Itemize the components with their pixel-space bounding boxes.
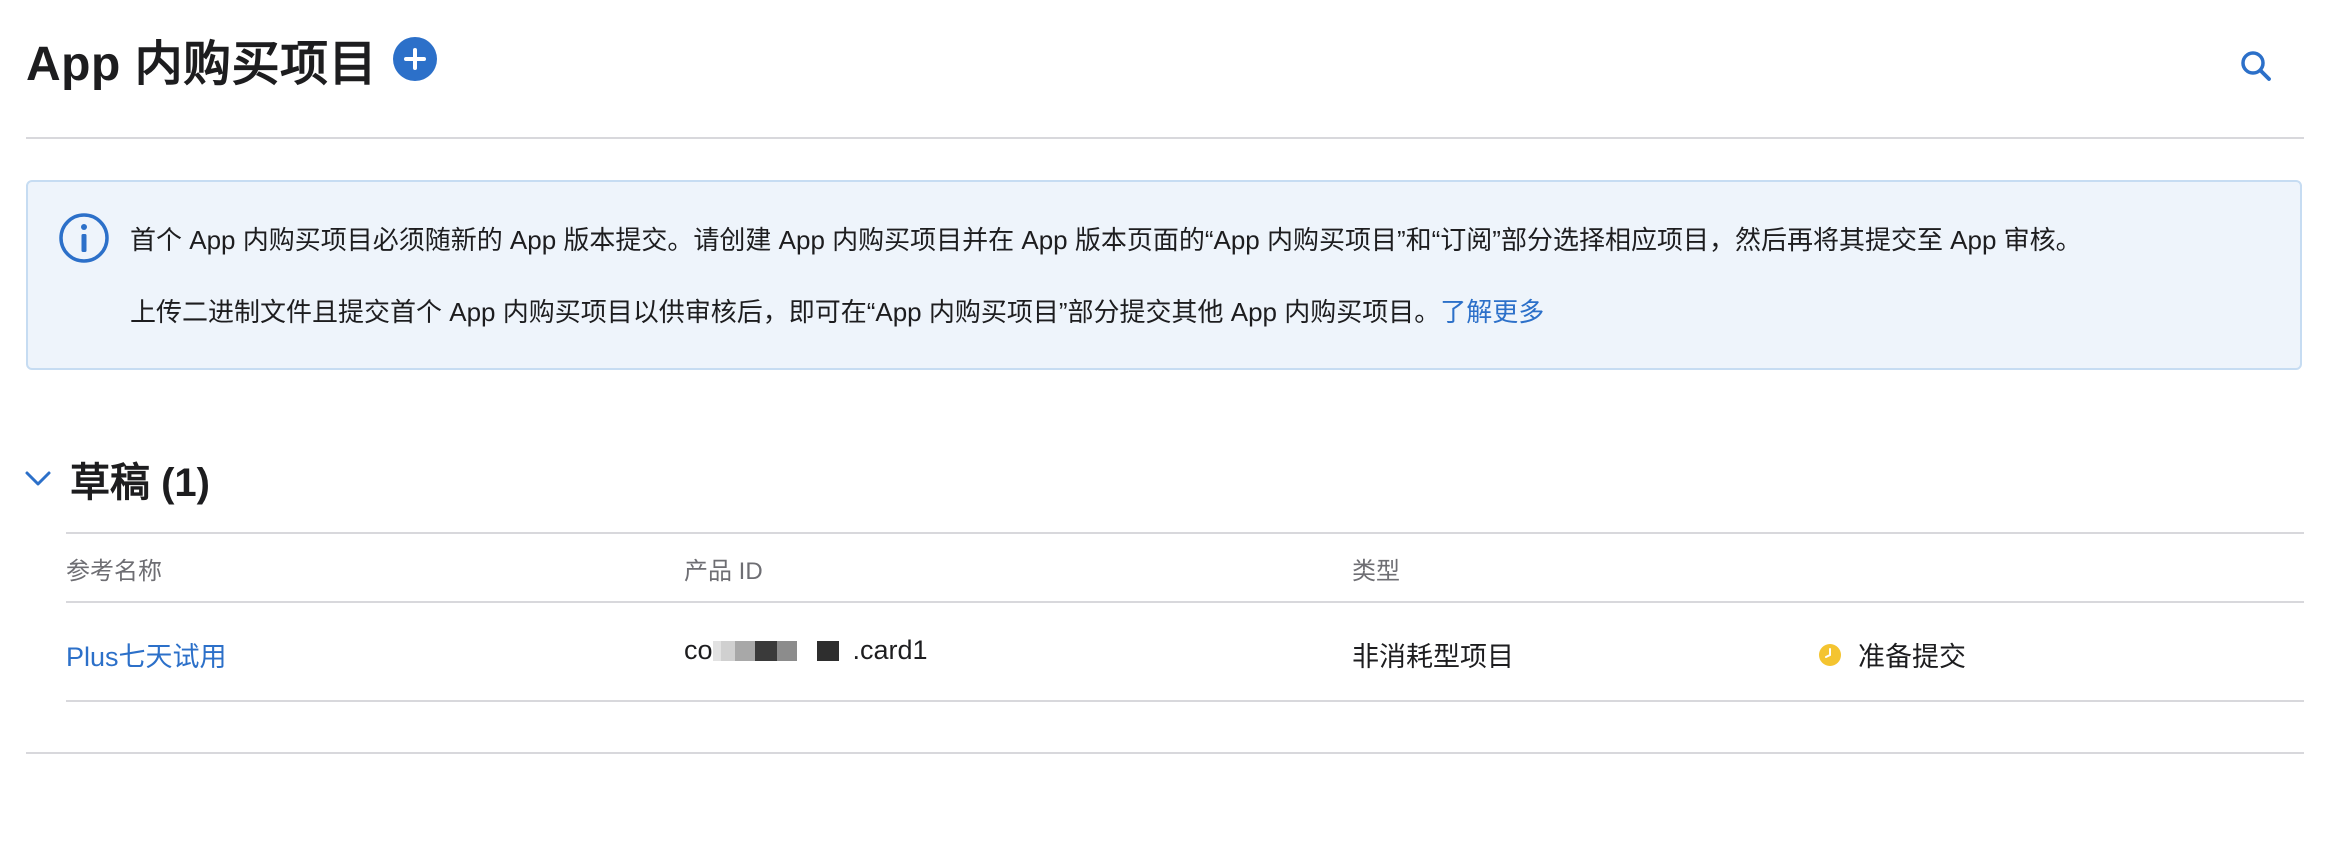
column-header-product-id: 产品 ID	[684, 558, 763, 585]
column-header-reference-name: 参考名称	[66, 558, 162, 585]
clock-icon	[1819, 643, 1841, 666]
header-divider	[26, 137, 2304, 139]
table-top-divider	[66, 532, 2304, 534]
column-header-type: 类型	[1352, 558, 1400, 585]
page-title: App 内购买项目	[26, 38, 378, 91]
table-bottom-divider	[66, 700, 2304, 702]
table-header-divider	[66, 601, 2304, 603]
section-bottom-divider	[26, 752, 2304, 754]
product-id-suffix: .card1	[852, 635, 928, 665]
product-id-prefix: co	[684, 635, 713, 665]
status-label: 准备提交	[1858, 642, 1966, 672]
page-header: App 内购买项目	[26, 26, 438, 92]
row-reference-name-link[interactable]: Plus七天试用	[66, 635, 227, 674]
search-button[interactable]	[2236, 46, 2276, 86]
row-status: 准备提交	[1818, 635, 1966, 674]
learn-more-link[interactable]: 了解更多	[1440, 297, 1544, 327]
add-in-app-purchase-button[interactable]	[393, 37, 438, 81]
info-text-line-2-body: 上传二进制文件且提交首个 App 内购买项目以供审核后，即可在“App 内购买项…	[130, 297, 1441, 327]
row-type: 非消耗型项目	[1352, 642, 1514, 672]
product-id-redacted	[712, 640, 853, 661]
info-circle-icon	[59, 213, 109, 263]
info-banner: 首个 App 内购买项目必须随新的 App 版本提交。请创建 App 内购买项目…	[26, 180, 2302, 370]
row-product-id: co .card1	[684, 635, 928, 666]
drafts-section-header: 草稿 (1)	[22, 452, 210, 506]
drafts-section-title: 草稿 (1)	[70, 461, 210, 505]
info-text-line-2: 上传二进制文件且提交首个 App 内购买项目以供审核后，即可在“App 内购买项…	[130, 292, 1544, 329]
search-icon	[2241, 51, 2271, 81]
chevron-down-icon[interactable]	[22, 463, 54, 495]
info-text-line-1: 首个 App 内购买项目必须随新的 App 版本提交。请创建 App 内购买项目…	[130, 225, 2082, 255]
